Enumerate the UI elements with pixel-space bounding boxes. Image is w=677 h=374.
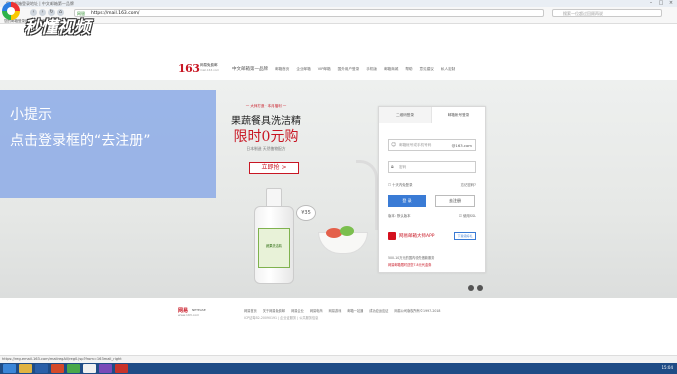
chat-icon[interactable] [99, 364, 112, 373]
video-icon[interactable] [115, 364, 128, 373]
vegetable-image [340, 226, 354, 236]
app-promo: 网易邮箱大师APP 下载领好礼 [388, 232, 476, 242]
nav-item[interactable]: 邮箱商城 [384, 67, 398, 72]
footer-icp: ICP证粤B2-20090191 | 企业证服务 | 公共服务信息 [244, 316, 319, 320]
browser-status-bar: https://reg.email.163.com/mailregAll/reg… [0, 355, 677, 363]
app-download-button[interactable]: 下载领好礼 [454, 232, 476, 240]
footer-link[interactable]: 邮箱一站通 [347, 308, 363, 313]
bottle-image: 蔬果洗洁精 [252, 188, 296, 284]
tab-qr-login[interactable]: 二维码登录 [379, 107, 432, 123]
user-icon: ☺ [391, 142, 397, 148]
nav-item[interactable]: 邮箱首页 [275, 67, 289, 72]
footer-logo-sub: NETEASE [192, 308, 206, 312]
footer-logo-url: www.163.com [178, 313, 200, 317]
browser-search-box[interactable]: 搜索一位超过回顾再说 [552, 9, 662, 17]
brand-number: 163 [178, 62, 200, 75]
tray-clock[interactable]: 15:04 [661, 365, 673, 370]
os-taskbar: 15:04 [0, 363, 677, 374]
nav-item[interactable]: 帮助 [405, 67, 412, 72]
promo-buy-button[interactable]: 立即抢 > [249, 162, 299, 174]
tip-title: 小提示 [10, 107, 52, 123]
bottle-neck [266, 188, 282, 208]
promo-product: 果蔬餐具洗洁精 [231, 116, 301, 127]
footer-link[interactable]: 成功应运应证 [369, 308, 388, 313]
app-promo-text[interactable]: 网易邮箱大师APP [399, 233, 435, 239]
footer-links: 网易首页 关于网易免费邮 网易企业 网易电商 网易游戏 邮箱一站通 成功应运应证… [244, 308, 440, 313]
ssl-checkbox[interactable]: ☑ 使用SSL [459, 213, 476, 218]
footer-link[interactable]: 关于网易免费邮 [263, 308, 285, 313]
promo-subtitle: 一 大师打造 · 本月福利 一 [245, 104, 287, 108]
folder-icon[interactable] [19, 364, 32, 373]
top-nav: 邮箱首页 企业邮箱 VIP邮箱 国外用户登录 手机版 邮箱商城 帮助 意见建议 … [275, 67, 455, 72]
remember-checkbox[interactable]: ☐ 十天内免登录 [388, 183, 412, 187]
ie-icon[interactable] [3, 364, 16, 373]
media-icon[interactable] [67, 364, 80, 373]
carousel-controls [468, 285, 483, 291]
tip-body: 点击登录框的“去注册” [10, 133, 151, 149]
promo-note-2[interactable]: 网易邮箱限时送您7.8元代金券 [388, 262, 431, 267]
remember-label: 十天内免登录 [392, 183, 413, 187]
tab-strip: 您的邮箱登录地址 | 中文邮箱第一品牌 – □ × [0, 0, 677, 7]
office-icon[interactable] [51, 364, 64, 373]
photoshop-icon[interactable] [35, 364, 48, 373]
ssl-label: 使用SSL [463, 214, 476, 218]
nav-item[interactable]: VIP邮箱 [318, 67, 331, 72]
nav-item[interactable]: 私人定制 [441, 67, 455, 72]
browser-logo-icon [2, 2, 20, 20]
browser-chrome: 您的邮箱登录地址 | 中文邮箱第一品牌 – □ × ‹ › ↻ ⌂ 网银 htt… [0, 0, 677, 24]
status-url: https://reg.email.163.com/mailregAll/reg… [2, 357, 122, 361]
browser-icon[interactable] [83, 364, 96, 373]
email-field[interactable]: ☺ 邮箱帐号或手机号码 @163.com [388, 139, 476, 151]
footer-link[interactable]: 网易首页 [244, 308, 257, 313]
promo-note-1[interactable]: 500-10万元的国内领先借款服务 [388, 255, 434, 260]
footer-link[interactable]: 网易游戏 [329, 308, 342, 313]
brand-domain: mail.163.com [200, 68, 220, 72]
footer-copyright: 网易公司版权所有©1997-2018 [394, 309, 441, 313]
login-button[interactable]: 登 录 [388, 195, 426, 207]
price-tag: ¥35 [296, 205, 316, 221]
browser-navbar: ‹ › ↻ ⌂ 网银 https://mail.163.com/ 搜索一位超过回… [0, 7, 677, 19]
nav-item[interactable]: 手机版 [366, 67, 377, 72]
nav-item[interactable]: 意见建议 [420, 67, 434, 72]
bookmark-bar: 您的邮箱登录地址 | 中文邮箱 [0, 19, 677, 24]
password-field[interactable]: 🔒︎ 密码 [388, 161, 476, 173]
version-select[interactable]: 版本: 默认版本 [388, 214, 411, 218]
footer-link[interactable]: 网易电商 [310, 308, 323, 313]
video-watermark: 秒懂视频 [24, 18, 91, 38]
browser-search-placeholder: 搜索一位超过回顾再说 [563, 11, 603, 16]
lock-icon: 🔒︎ [391, 164, 394, 170]
password-placeholder: 密码 [399, 165, 407, 169]
tab-account-login[interactable]: 邮箱帐号登录 [432, 107, 485, 123]
nav-item[interactable]: 国外用户登录 [338, 67, 360, 72]
tip-overlay: 小提示 点击登录框的“去注册” [0, 90, 216, 198]
carousel-prev-icon[interactable] [468, 285, 474, 291]
bottle-label-text: 蔬果洗洁精 [266, 244, 282, 248]
carousel-next-icon[interactable] [477, 285, 483, 291]
login-panel: 二维码登录 邮箱帐号登录 ☺ 邮箱帐号或手机号码 @163.com 🔒︎ 密码 … [378, 106, 486, 273]
nav-item[interactable]: 企业邮箱 [296, 67, 310, 72]
login-settings: 版本: 默认版本 ☑ 使用SSL [388, 213, 476, 218]
faucet-image [356, 160, 378, 230]
footer-logo[interactable]: 网易 NETEASE www.163.com [178, 307, 206, 317]
email-placeholder: 邮箱帐号或手机号码 [399, 143, 432, 147]
site-logo[interactable]: 163 网易免费邮 mail.163.com [178, 62, 219, 75]
window-controls: – □ × [647, 0, 675, 6]
promo-offer: 限时0元购 [233, 129, 299, 145]
maximize-icon[interactable]: □ [657, 0, 665, 6]
taskbar-icons [3, 364, 128, 373]
close-icon[interactable]: × [667, 0, 675, 6]
promo-desc: 日本制造 天然植物配方 [246, 146, 286, 151]
url-text[interactable]: https://mail.163.com/ [91, 11, 139, 16]
minimize-icon[interactable]: – [647, 0, 655, 6]
email-suffix: @163.com [451, 143, 472, 148]
login-tabs: 二维码登录 邮箱帐号登录 [379, 107, 485, 123]
login-options: ☐ 十天内免登录 忘记密码? [388, 182, 476, 187]
forgot-password-link[interactable]: 忘记密码? [461, 182, 476, 187]
address-bar[interactable]: 网银 https://mail.163.com/ [74, 9, 544, 17]
register-button[interactable]: 去注册 [435, 195, 475, 207]
footer-link[interactable]: 网易企业 [291, 308, 304, 313]
mail-master-icon [388, 232, 396, 240]
site-slogan: 中文邮箱第一品牌 [232, 67, 268, 72]
bottle-label: 蔬果洗洁精 [258, 228, 290, 268]
